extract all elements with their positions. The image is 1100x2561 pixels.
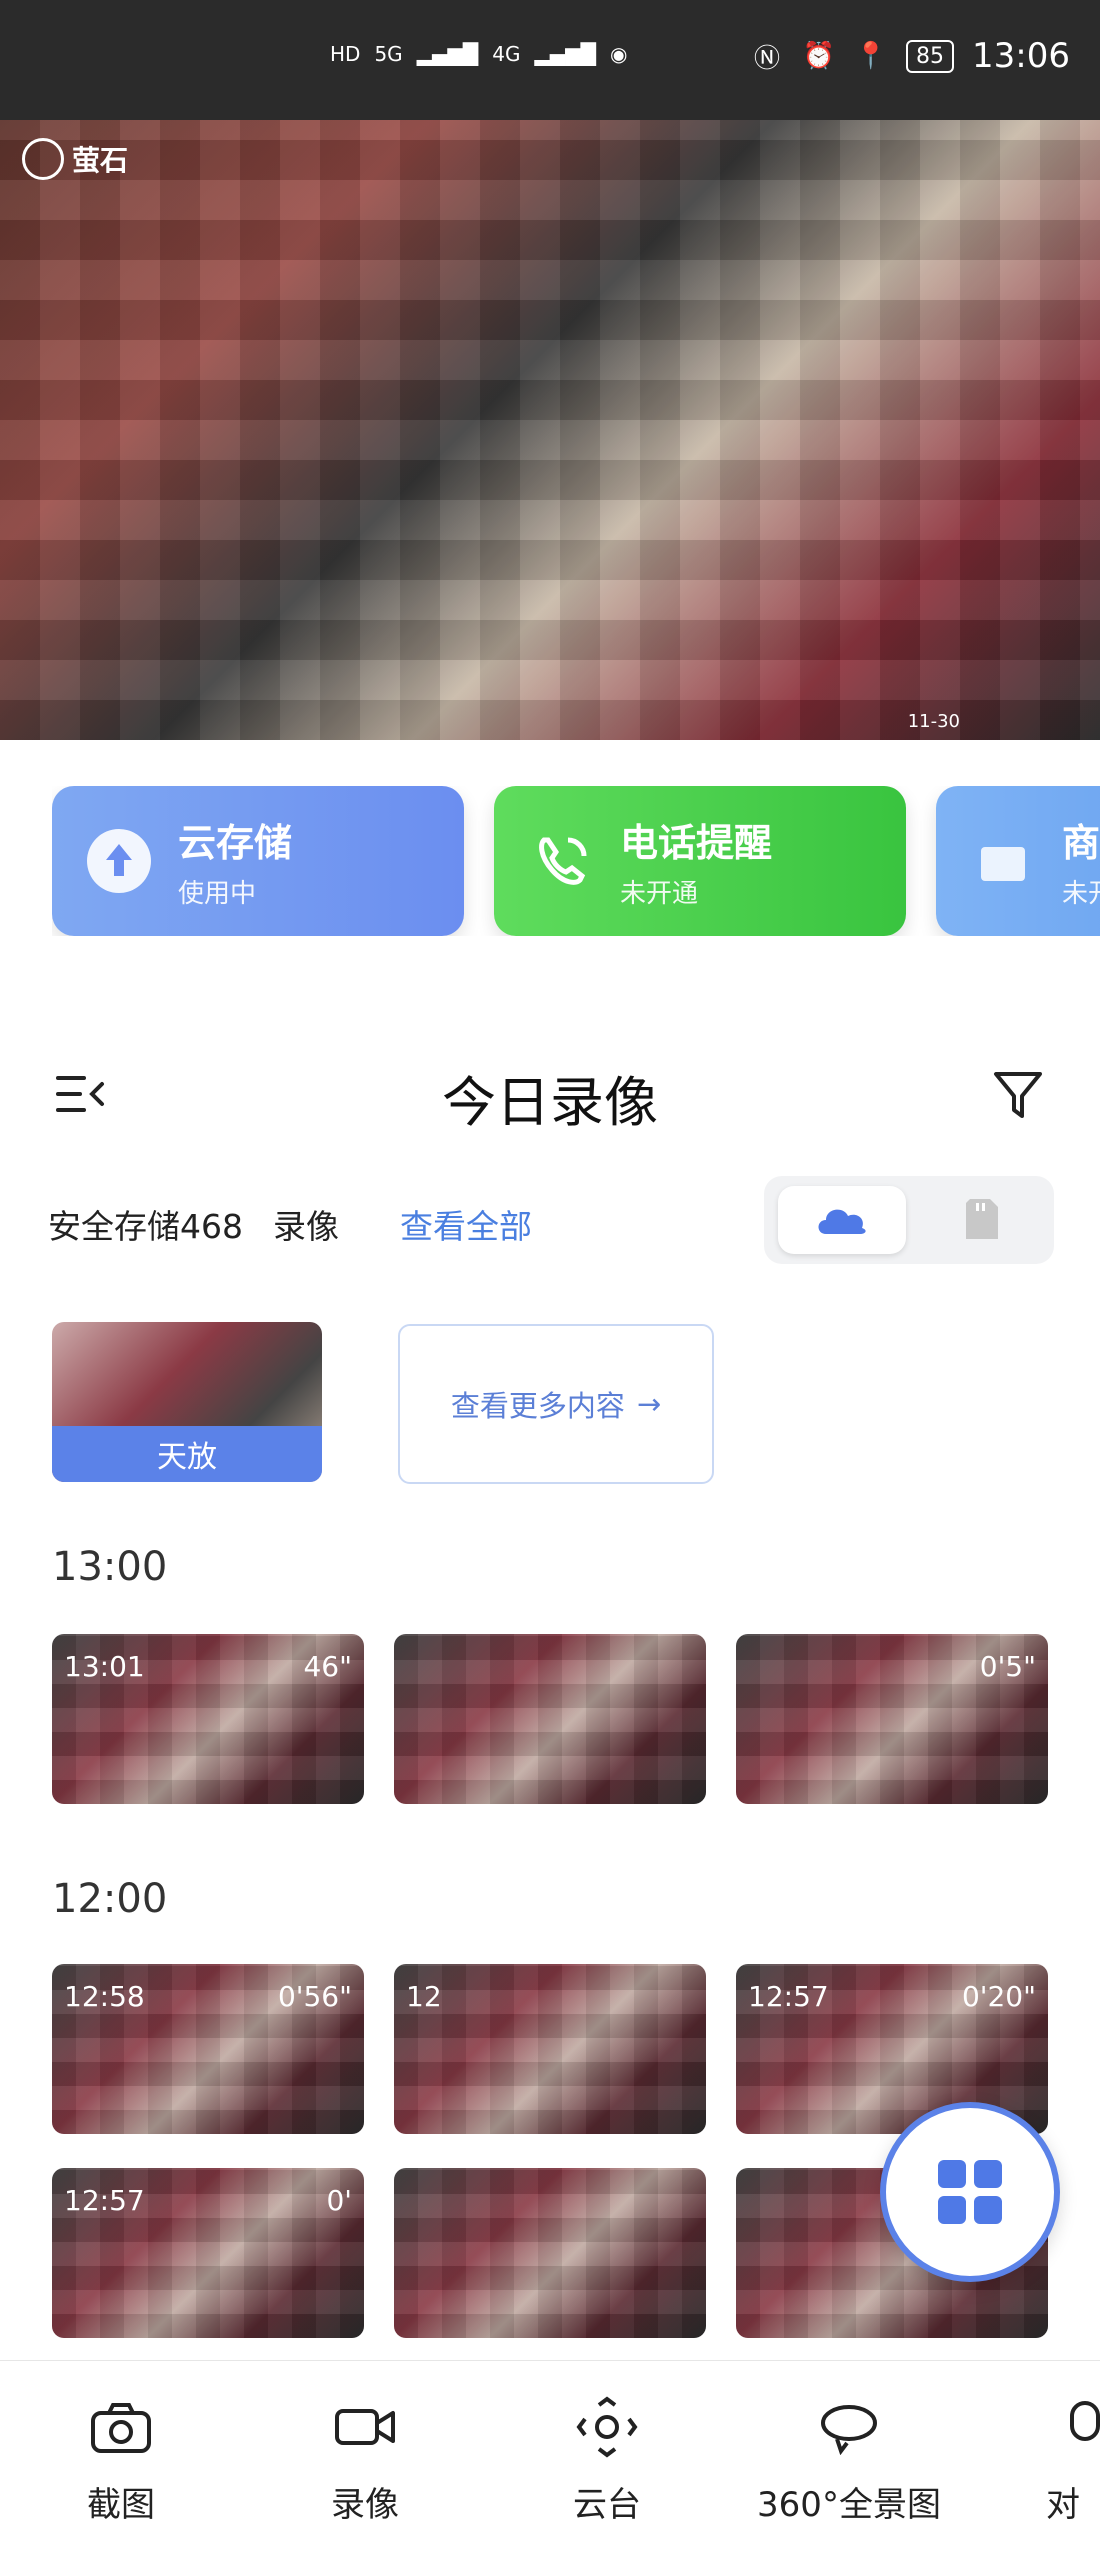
recording-thumbnail[interactable] [394,2168,706,2338]
card-subtitle: 使用中 [178,879,257,909]
mic-icon [1000,2387,1100,2467]
nfc-icon: Ⓝ [754,43,781,74]
hd-icon: HD [330,42,361,66]
location-icon: 📍 [854,41,888,71]
storage-count: 安全存储468 [48,1207,243,1246]
clip-duration: 0'20" [961,1980,1036,2013]
sd-card-icon [966,1199,998,1239]
recording-thumbnail[interactable] [394,1634,706,1804]
clip-time: 12:57 [64,2184,145,2217]
recording-thumbnail[interactable]: 12:57 0' [52,2168,364,2338]
recordings-row: 13:01 46" 0'5" [52,1634,1048,1804]
filter-icon[interactable] [988,1064,1048,1124]
recordings-header: 今日录像 [0,1040,1100,1150]
nav-label: 对 [1046,2485,1080,2525]
time-group-label: 12:00 [52,1876,168,1922]
talk-button[interactable]: 对 [1000,2387,1100,2526]
signal-icon: ▂▄▆█ [416,42,479,66]
bottom-toolbar: 截图 录像 云台 360°全景图 对 [0,2360,1100,2561]
recordings-row: 12:58 0'56" 12 12:57 0'20" [52,1964,1048,2134]
grid-icon [938,2160,1002,2224]
view-more-button[interactable]: 查看更多内容 → [398,1324,714,1484]
feed-timestamp: 11-30 [907,711,960,732]
clip-duration: 46" [303,1650,352,1683]
signal-icon-2: ▂▄▆█ [534,42,596,66]
clip-duration: 0'56" [277,1980,352,2013]
time-group-label: 13:00 [52,1544,168,1590]
video-icon [270,2387,460,2467]
alarm-icon: ⏰ [802,41,836,71]
arrow-right-icon: → [636,1387,662,1421]
sd-card-toggle-option[interactable] [954,1192,1010,1248]
cloud-icon [818,1209,866,1234]
storage-summary: 安全存储468 录像 [48,1200,339,1248]
wechat-icon: ◉ [609,42,628,66]
storage-row: 安全存储468 录像 查看全部 [0,1170,1100,1266]
clip-time: 12:58 [64,1980,145,2013]
card-title: 电话提醒 [620,821,773,865]
battery-indicator: 85 [906,39,955,73]
storage-suffix: 录像 [273,1207,339,1246]
store-icon [962,820,1044,902]
all-day-playback-thumbnail[interactable]: 天放 [52,1322,322,1482]
clip-time: 13:01 [64,1650,145,1683]
cloud-upload-icon [78,820,160,902]
ptz-icon [512,2387,702,2467]
network-4g: 4G [492,42,521,66]
phone-alert-card[interactable]: 电话提醒 未开通 [494,786,906,936]
clip-duration: 0'5" [979,1650,1036,1683]
brand-logo-icon [22,138,64,180]
recording-thumbnail[interactable]: 13:01 46" [52,1634,364,1804]
ptz-button[interactable]: 云台 [512,2387,702,2526]
recording-thumbnail[interactable]: 0'5" [736,1634,1048,1804]
nav-label: 360°全景图 [757,2485,941,2525]
status-time: 13:06 [972,36,1070,76]
service-cards: 云存储 使用中 电话提醒 未开通 商 未开 [52,786,1100,936]
card-title: 云存储 [178,821,293,865]
storage-source-toggle [764,1176,1054,1264]
nav-label: 截图 [87,2485,155,2525]
camera-live-feed[interactable]: 萤石 11-30 [0,120,1100,740]
feed-image [0,120,1100,740]
record-button[interactable]: 录像 [270,2387,460,2526]
screenshot-button[interactable]: 截图 [26,2387,216,2526]
network-5g: 5G [374,42,403,66]
clip-time: 12:57 [748,1980,829,2013]
page-title: 今日录像 [442,1071,658,1134]
phone-icon [520,820,602,902]
card-title: 商 [1062,821,1100,865]
panorama-button[interactable]: 360°全景图 [754,2387,944,2526]
brand-logo: 萤石 [22,138,128,180]
cloud-toggle-option[interactable] [778,1186,906,1254]
recording-thumbnail[interactable]: 12 [394,1964,706,2134]
playback-label: 天放 [52,1426,322,1482]
card-subtitle: 未开 [1062,879,1100,909]
nav-label: 录像 [331,2485,399,2525]
card-subtitle: 未开通 [620,879,699,909]
recording-thumbnail[interactable]: 12:58 0'56" [52,1964,364,2134]
clip-duration: 0' [326,2184,352,2217]
view-all-link[interactable]: 查看全部 [400,1200,532,1248]
clip-time: 12 [406,1980,442,2013]
nav-label: 云台 [573,2485,641,2525]
view-more-label: 查看更多内容 [450,1389,625,1423]
camera-icon [26,2387,216,2467]
brand-text: 萤石 [72,144,129,177]
panorama-icon [754,2387,944,2467]
status-bar: HD 5G ▂▄▆█ 4G ▂▄▆█ ◉ Ⓝ ⏰ 📍 85 13:06 [0,0,1100,120]
network-indicators: HD 5G ▂▄▆█ 4G ▂▄▆█ ◉ [330,42,627,66]
business-card[interactable]: 商 未开 [936,786,1100,936]
cloud-storage-card[interactable]: 云存储 使用中 [52,786,464,936]
grid-view-button[interactable] [880,2102,1060,2282]
